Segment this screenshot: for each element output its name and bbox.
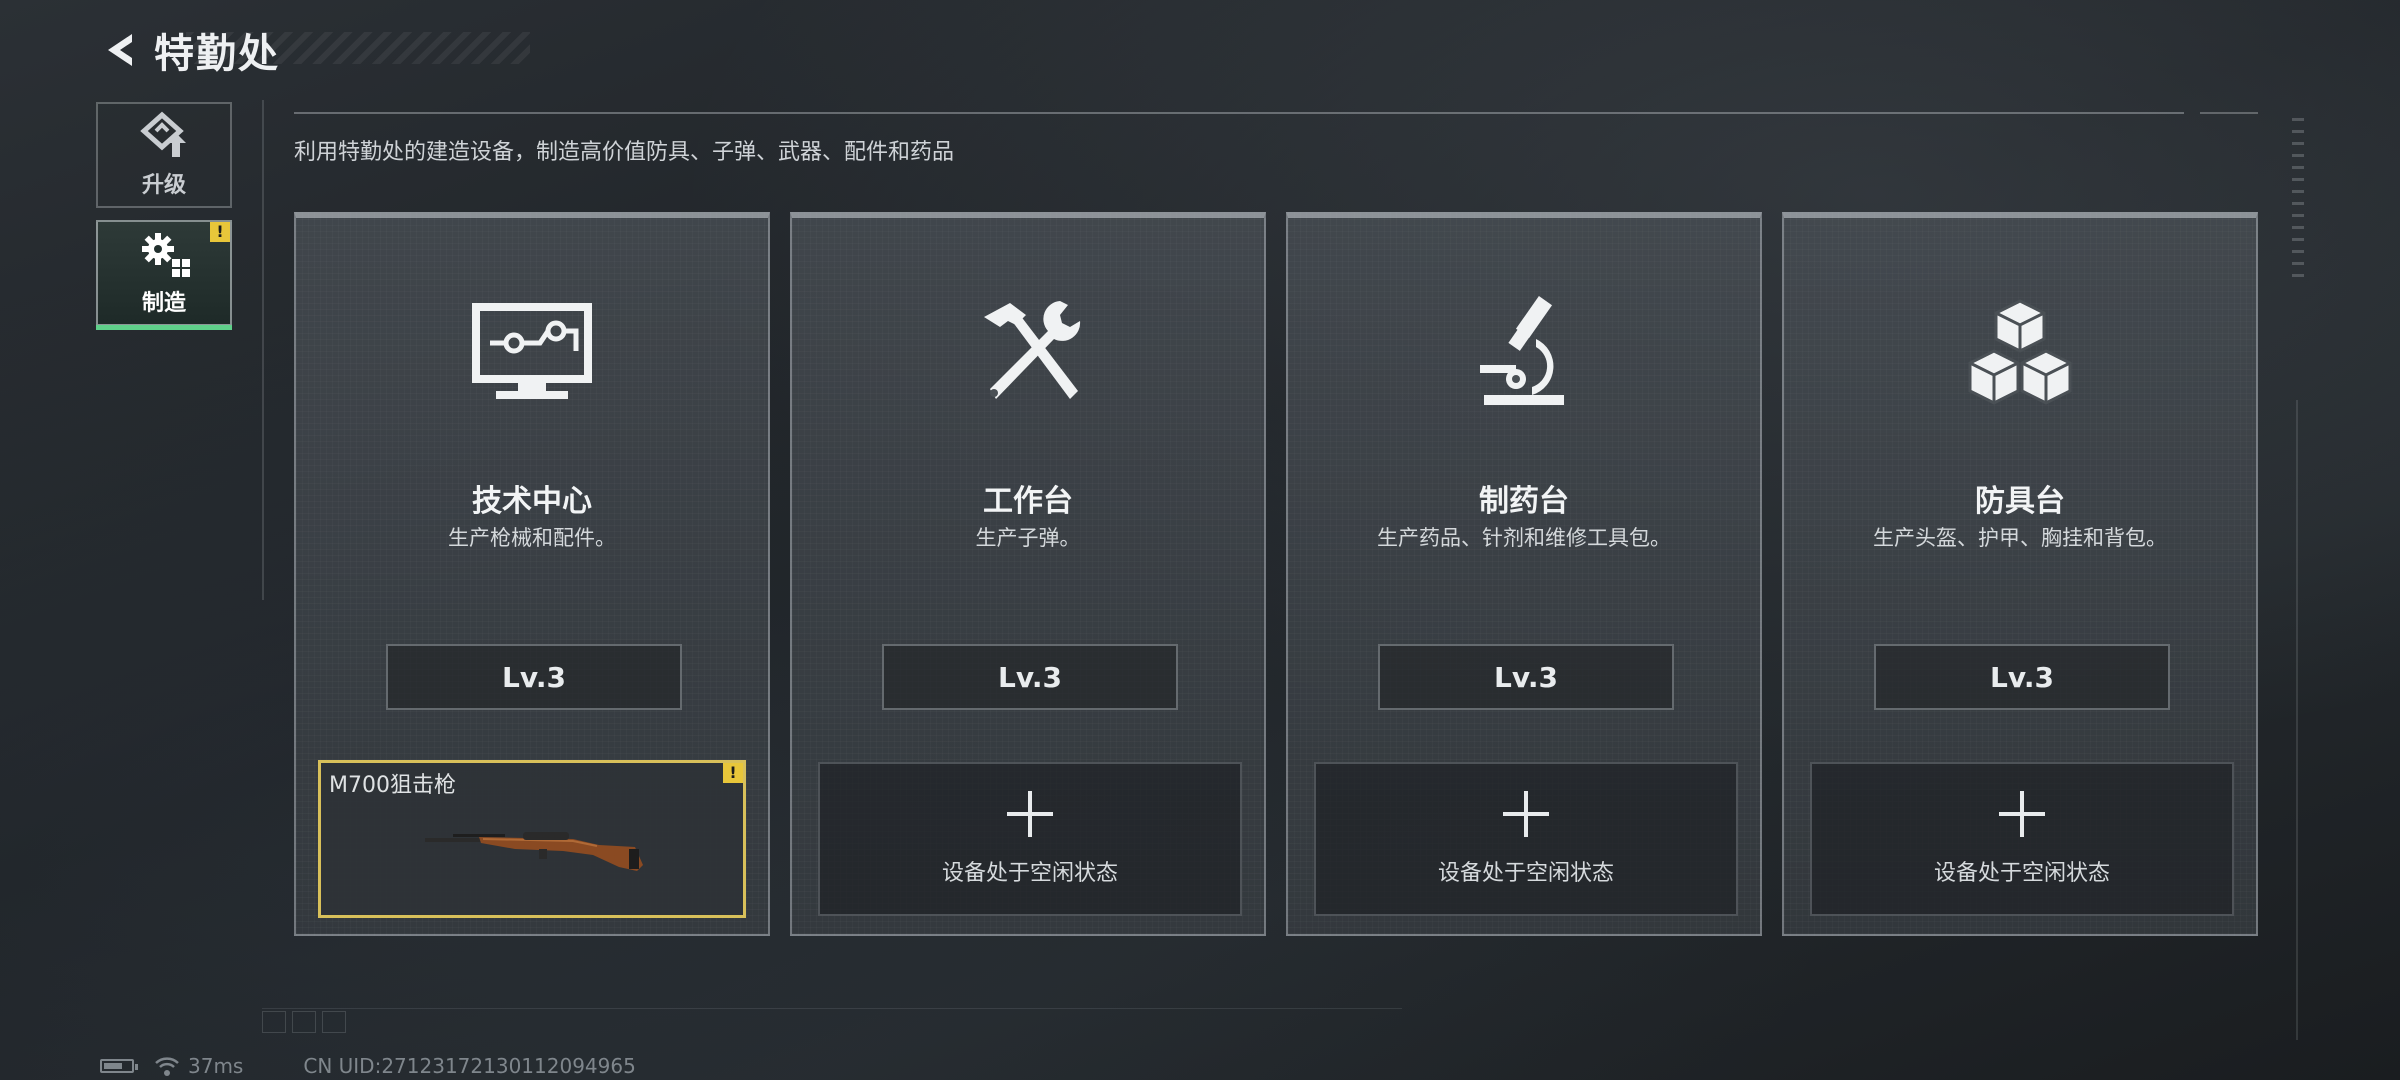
station-title: 防具台: [1975, 484, 2065, 519]
page-subtitle: 利用特勤处的建造设备，制造高价值防具、子弹、武器、配件和药品: [294, 140, 955, 165]
decor-square: [292, 1011, 316, 1033]
upgrade-icon: [140, 111, 186, 157]
page-header: 特勤处: [96, 22, 280, 78]
gears-icon: [142, 233, 190, 277]
station-desc: 生产头盔、护甲、胸挂和背包。: [1873, 526, 2167, 550]
crafting-item-name: M700狙击枪: [329, 773, 456, 798]
left-divider: [262, 100, 264, 600]
station-level: Lv.3: [1378, 644, 1674, 710]
station-card-tech-center[interactable]: 技术中心 生产枪械和配件。 Lv.3 M700狙击枪 !: [294, 212, 770, 936]
nav-label-craft: 制造: [141, 291, 186, 316]
plus-icon: [1007, 791, 1053, 837]
bottom-decoration: [262, 1008, 1402, 1035]
battery-icon: [100, 1059, 138, 1073]
station-desc: 生产子弹。: [975, 526, 1081, 550]
cubes-icon: [1955, 288, 2085, 418]
decor-square: [262, 1011, 286, 1033]
nav-label-upgrade: 升级: [141, 173, 186, 198]
station-level: Lv.3: [1874, 644, 2170, 710]
rifle-icon: [425, 832, 643, 871]
side-nav: 升级 ! 制造: [96, 102, 234, 338]
wifi-icon: [155, 1057, 179, 1076]
station-card-pharmacy[interactable]: 制药台 生产药品、针剂和维修工具包。 Lv.3 设备处于空闲状态: [1286, 212, 1762, 936]
idle-slot[interactable]: 设备处于空闲状态: [818, 762, 1242, 916]
top-divider-end: [2200, 112, 2258, 114]
plus-icon: [1999, 791, 2045, 837]
station-title: 技术中心: [472, 484, 592, 519]
back-arrow-icon: [108, 34, 132, 66]
idle-status-text: 设备处于空闲状态: [1437, 861, 1614, 886]
station-card-workbench[interactable]: 工作台 生产子弹。 Lv.3 设备处于空闲状态: [790, 212, 1266, 936]
idle-status-text: 设备处于空闲状态: [1933, 861, 2110, 886]
status-bar: 37ms CN UID:27123172130112094965: [100, 1054, 636, 1078]
nav-item-craft[interactable]: ! 制造: [96, 220, 232, 330]
ping-value: 37ms: [188, 1054, 244, 1078]
station-desc: 生产药品、针剂和维修工具包。: [1377, 526, 1671, 550]
decor-square: [322, 1011, 346, 1033]
back-button[interactable]: [96, 24, 148, 76]
station-cards: 技术中心 生产枪械和配件。 Lv.3 M700狙击枪 ! 工作台 生产子弹。 L…: [294, 212, 2258, 936]
warning-badge: !: [723, 763, 743, 783]
idle-slot[interactable]: 设备处于空闲状态: [1810, 762, 2234, 916]
station-card-armor[interactable]: 防具台 生产头盔、护甲、胸挂和背包。 Lv.3 设备处于空闲状态: [1782, 212, 2258, 936]
warning-badge: !: [210, 222, 230, 242]
station-level: Lv.3: [882, 644, 1178, 710]
station-level: Lv.3: [386, 644, 682, 710]
side-tick-marks: [2292, 118, 2304, 278]
station-title: 工作台: [983, 484, 1073, 519]
plus-icon: [1503, 791, 1549, 837]
top-divider: [294, 112, 2184, 114]
microscope-icon: [1459, 288, 1589, 418]
station-title: 制药台: [1479, 484, 1569, 519]
right-divider: [2296, 400, 2298, 1040]
idle-status-text: 设备处于空闲状态: [941, 861, 1118, 886]
station-desc: 生产枪械和配件。: [448, 526, 616, 550]
crafting-slot[interactable]: M700狙击枪 !: [318, 760, 746, 918]
user-uid: CN UID:27123172130112094965: [303, 1054, 636, 1078]
hammer-wrench-icon: [963, 288, 1093, 418]
page-title: 特勤处: [154, 31, 280, 77]
computer-icon: [467, 288, 597, 418]
idle-slot[interactable]: 设备处于空闲状态: [1314, 762, 1738, 916]
nav-item-upgrade[interactable]: 升级: [96, 102, 232, 208]
